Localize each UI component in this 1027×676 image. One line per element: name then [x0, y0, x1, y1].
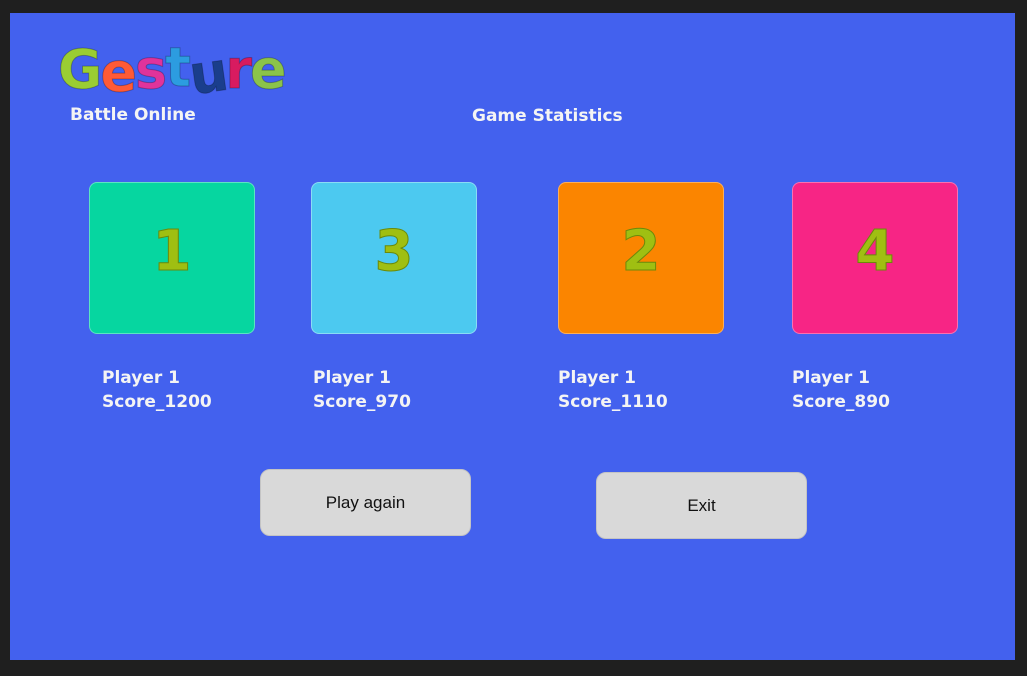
player-info-2: Player 1 Score_970	[313, 366, 411, 414]
rank-number: 4	[855, 219, 895, 285]
rank-number: 1	[152, 219, 192, 285]
page-title: Game Statistics	[472, 106, 623, 126]
player-name: Player 1	[313, 368, 391, 388]
logo-letter: u	[185, 39, 231, 108]
game-screen: Gesture Battle Online Game Statistics 1 …	[10, 13, 1015, 660]
player-card-3: 2	[558, 182, 724, 334]
player-score: Score_1110	[558, 392, 668, 412]
player-info-1: Player 1 Score_1200	[102, 366, 212, 414]
logo-letter: G	[57, 38, 102, 101]
player-card-1: 1	[89, 182, 255, 334]
rank-number: 2	[621, 219, 661, 285]
play-again-button[interactable]: Play again	[260, 469, 471, 536]
player-info-3: Player 1 Score_1110	[558, 366, 668, 414]
logo-letter: s	[134, 38, 167, 101]
player-name: Player 1	[792, 368, 870, 388]
gesture-logo: Gesture	[57, 38, 288, 108]
logo-letter: r	[225, 38, 253, 101]
subtitle-battle-online: Battle Online	[70, 105, 196, 125]
exit-button[interactable]: Exit	[596, 472, 807, 539]
player-score: Score_970	[313, 392, 411, 412]
rank-number: 3	[374, 219, 414, 285]
logo-letter: e	[250, 38, 288, 101]
player-card-4: 4	[792, 182, 958, 334]
player-name: Player 1	[102, 368, 180, 388]
player-name: Player 1	[558, 368, 636, 388]
player-score: Score_1200	[102, 392, 212, 412]
player-info-4: Player 1 Score_890	[792, 366, 890, 414]
player-card-2: 3	[311, 182, 477, 334]
logo-letter: e	[100, 41, 138, 104]
player-score: Score_890	[792, 392, 890, 412]
